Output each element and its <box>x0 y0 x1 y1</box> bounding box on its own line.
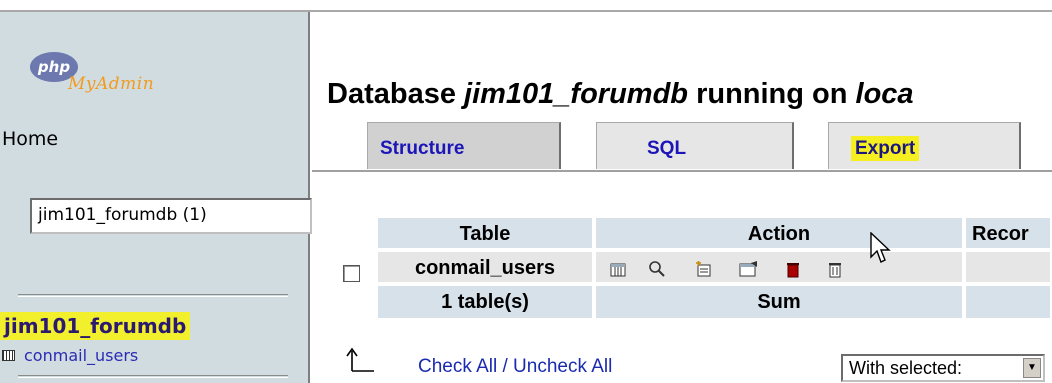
chevron-down-icon: ▼ <box>1023 358 1041 378</box>
column-header-table[interactable]: Table <box>378 218 594 250</box>
sidebar-divider <box>18 375 288 378</box>
logo-myadmin-text: MyAdmin <box>68 74 155 94</box>
tab-sql[interactable]: SQL <box>596 122 794 169</box>
tab-structure[interactable]: Structure <box>367 122 561 169</box>
left-navigation-frame: php MyAdmin Home jim101_forumdb (1) jim1… <box>0 12 312 383</box>
database-select[interactable]: jim101_forumdb (1) <box>30 198 312 234</box>
tab-export[interactable]: Export <box>828 122 1021 169</box>
phpmyadmin-logo[interactable]: php MyAdmin <box>30 52 200 112</box>
check-all-link[interactable]: Check All <box>418 356 497 377</box>
page-title: Database jim101_forumdb running on loca <box>327 78 914 111</box>
arrow-up-icon <box>346 347 374 372</box>
table-row-name[interactable]: conmail_users <box>378 252 594 284</box>
table-count: 1 table(s) <box>378 286 594 318</box>
title-prefix: Database <box>327 78 465 110</box>
table-row-records <box>966 252 1052 284</box>
title-host: loca <box>855 78 914 110</box>
properties-icon[interactable] <box>738 260 760 284</box>
tab-sql-label: SQL <box>647 138 687 159</box>
tab-structure-label: Structure <box>380 138 465 159</box>
title-database: jim101_forumdb <box>464 78 689 110</box>
title-mid: running on <box>688 78 856 110</box>
mouse-cursor-icon <box>870 232 891 263</box>
uncheck-all-link[interactable]: Uncheck All <box>513 356 612 377</box>
check-all-links: Check All / Uncheck All <box>418 356 612 378</box>
home-link[interactable]: Home <box>2 128 58 150</box>
drop-icon[interactable] <box>824 260 846 284</box>
column-header-action: Action <box>596 218 964 250</box>
search-icon[interactable] <box>646 260 668 284</box>
table-icon <box>2 349 15 361</box>
current-database-link[interactable]: jim101_forumdb <box>0 312 191 340</box>
sidebar-divider <box>18 294 288 297</box>
column-header-records[interactable]: Recor <box>966 218 1052 250</box>
insert-icon[interactable] <box>692 260 714 284</box>
empty-icon[interactable] <box>782 260 804 284</box>
frame-top-border <box>0 0 1052 12</box>
tabs-divider <box>312 170 1052 172</box>
row-checkbox[interactable] <box>343 265 360 282</box>
sidebar-table-item[interactable]: conmail_users <box>2 345 138 365</box>
tab-export-label: Export <box>851 136 920 161</box>
check-separator: / <box>497 356 514 377</box>
sidebar-table-name: conmail_users <box>24 345 139 365</box>
with-selected-dropdown[interactable]: With selected: ▼ <box>841 354 1045 382</box>
table-sum-records <box>966 286 1052 318</box>
table-sum-label: Sum <box>596 286 964 318</box>
browse-icon[interactable] <box>607 260 629 284</box>
with-selected-label: With selected: <box>849 358 963 378</box>
